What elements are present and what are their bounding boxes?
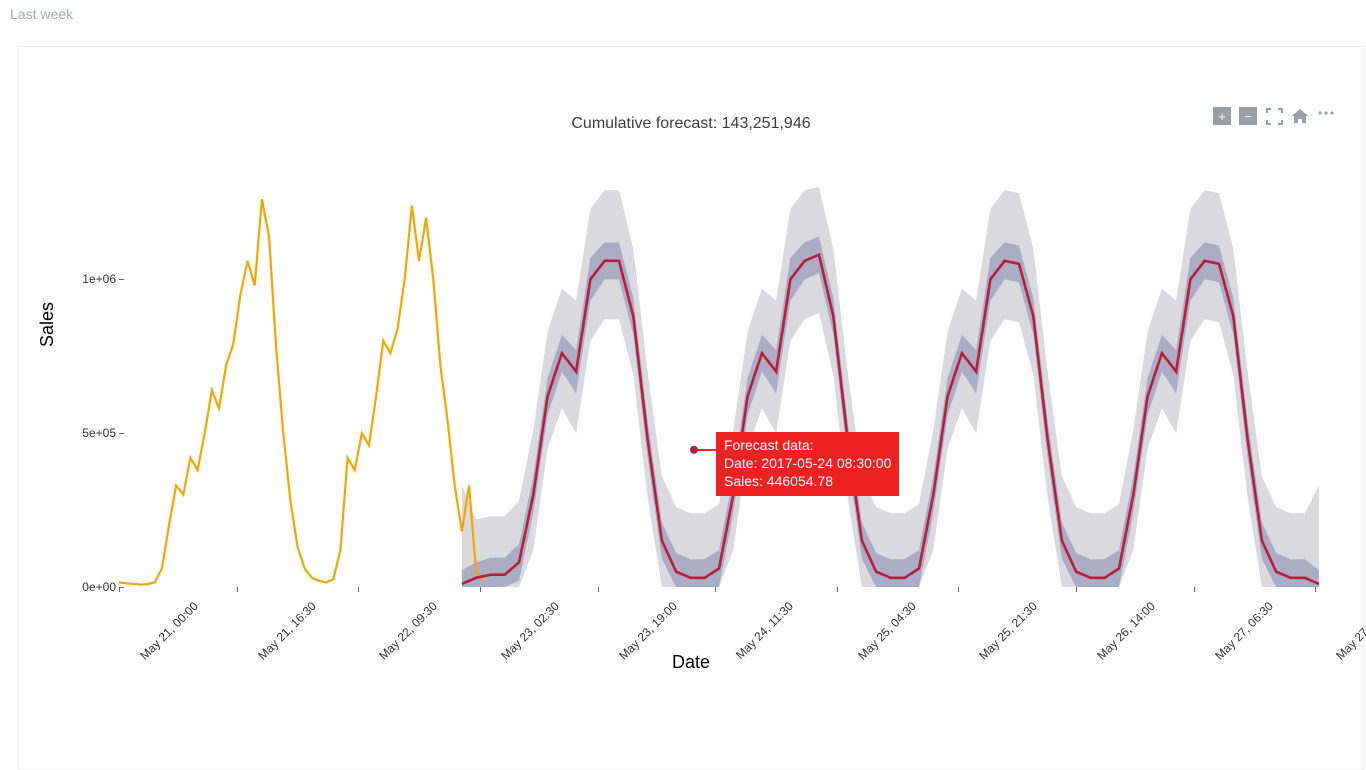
chart-title: Cumulative forecast: 143,251,946 <box>19 115 1363 133</box>
tooltip-title: Forecast data: <box>724 436 891 454</box>
fullscreen-icon[interactable] <box>1265 107 1283 125</box>
tooltip-pointer <box>698 449 716 451</box>
zoom-out-icon[interactable]: − <box>1239 107 1257 125</box>
last-week-link[interactable]: Last week <box>10 6 73 22</box>
plot-toolbar: + − <box>1213 107 1335 125</box>
home-icon[interactable] <box>1291 107 1309 125</box>
tooltip-date: Date: 2017-05-24 08:30:00 <box>724 454 891 472</box>
chart-container: Cumulative forecast: 143,251,946 + − Sal… <box>18 46 1364 770</box>
tooltip-sales: Sales: 446054.78 <box>724 472 891 490</box>
y-axis-label: Sales <box>37 302 58 347</box>
more-icon[interactable] <box>1317 107 1335 125</box>
tooltip: Forecast data: Date: 2017-05-24 08:30:00… <box>716 432 899 496</box>
zoom-in-icon[interactable]: + <box>1213 107 1231 125</box>
y-axis-ticks: 0e+005e+051e+06 <box>61 187 116 587</box>
plot-area[interactable] <box>119 187 1319 587</box>
x-axis-ticks: May 21, 00:00May 21, 16:30May 22, 09:30M… <box>119 587 1319 667</box>
